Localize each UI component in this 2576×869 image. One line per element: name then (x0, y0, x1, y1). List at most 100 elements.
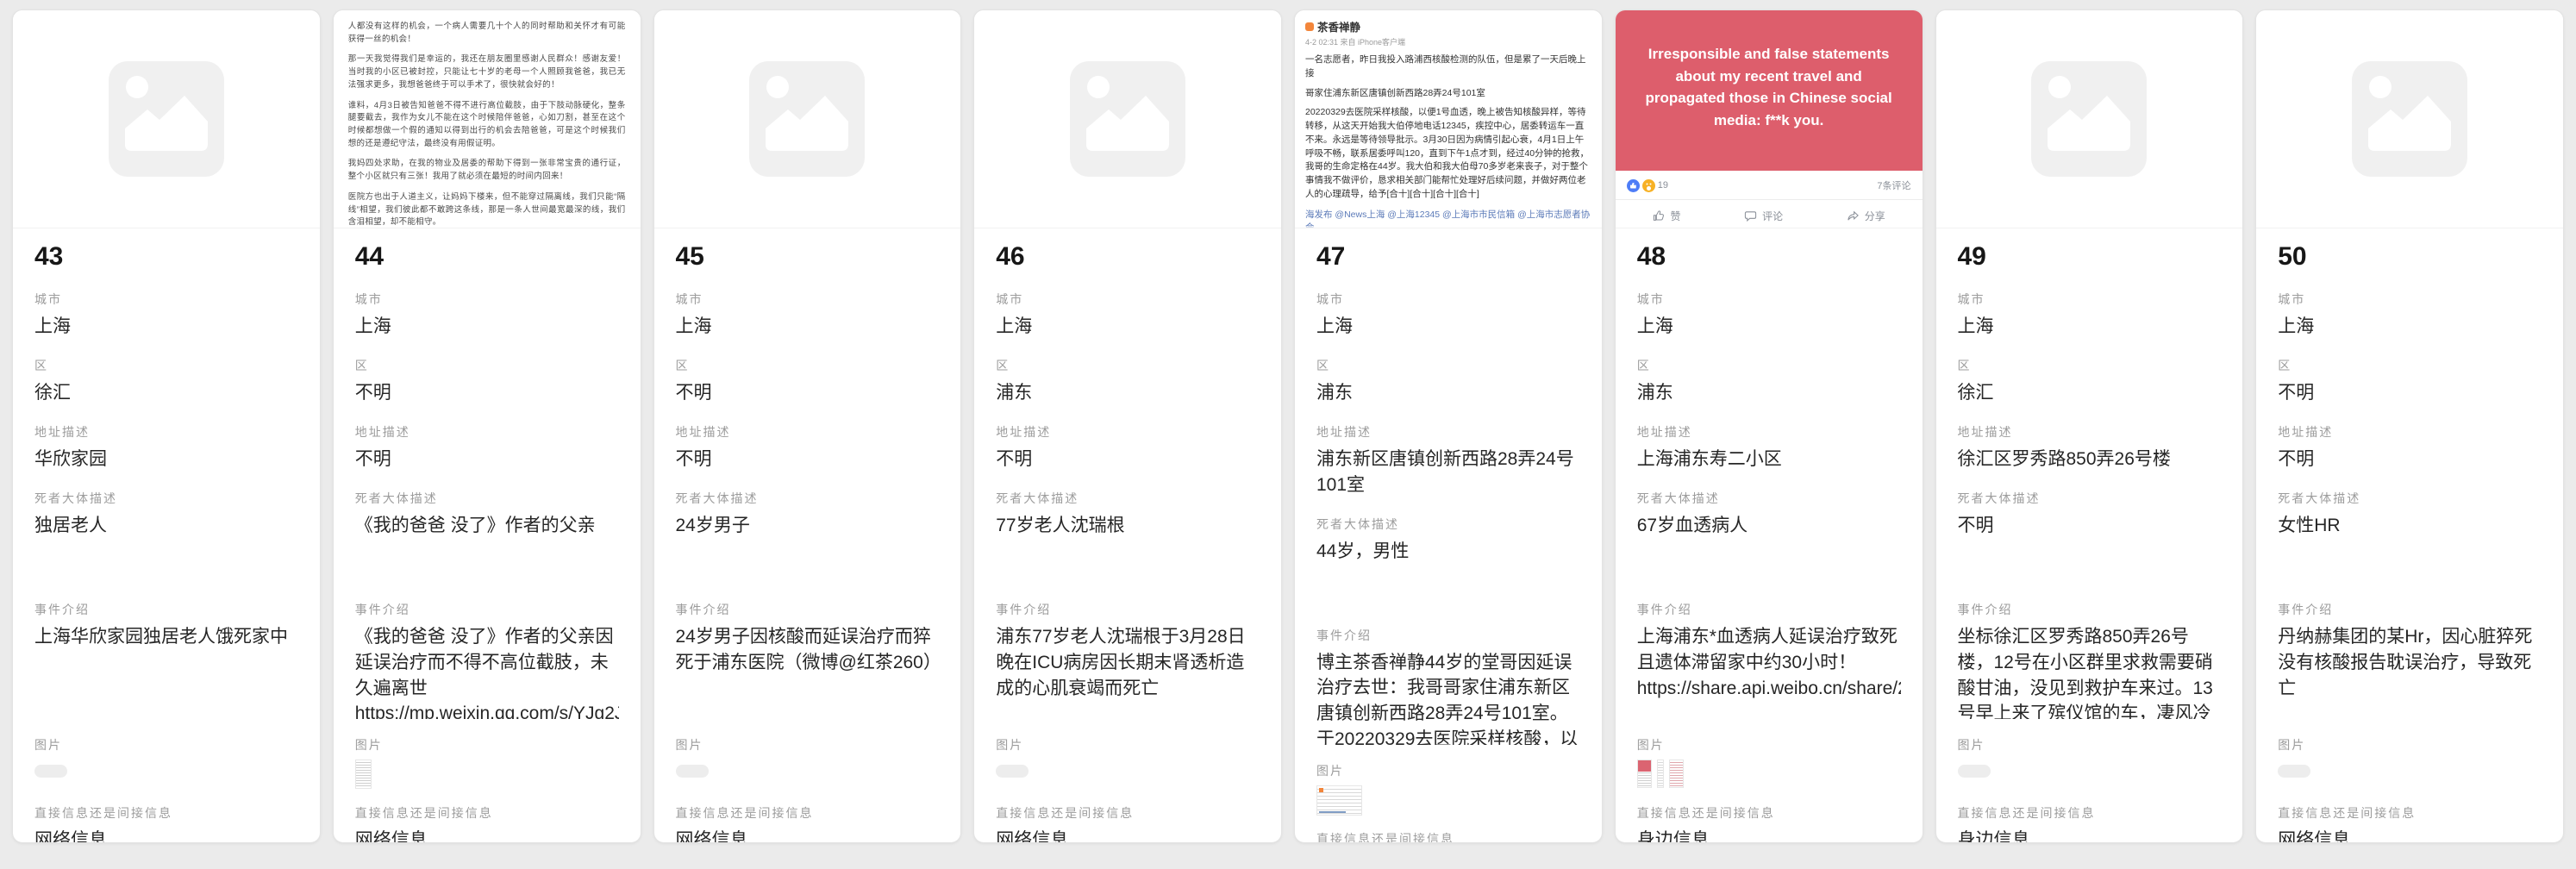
deceased-value: 44岁，男性 (1316, 539, 1580, 610)
image-label: 图片 (676, 736, 940, 753)
field-deceased: 死者大体描述 77岁老人沈瑞根 (996, 490, 1260, 584)
event-value: 浦东77岁老人沈瑞根于3月28日晚在ICU病房因长期末肾透析造成的心肌衰竭而死亡 (996, 624, 1260, 719)
image-thumbs[interactable] (1316, 785, 1580, 815)
field-city: 城市 上海 (1316, 291, 1580, 340)
facebook-reaction-bar: 19 7条评论 (1616, 171, 1923, 200)
image-thumbs[interactable] (1958, 760, 2222, 789)
image-label: 图片 (1637, 736, 1901, 753)
record-number: 49 (1958, 242, 2222, 272)
facebook-action-button[interactable]: 赞 (1653, 209, 1681, 223)
card-media[interactable]: 人都没有这样的机会，一个病人需要几十个人的同时帮助和关怀才有可能获得一丝的机会！… (334, 10, 641, 228)
deceased-value: 女性HR (2278, 513, 2542, 584)
address-value: 不明 (2278, 447, 2542, 472)
image-thumbs[interactable] (996, 760, 1260, 789)
deceased-value: 独居老人 (34, 513, 298, 584)
event-value: 坐标徐汇区罗秀路850弄26号楼，12号在小区群里求救需要硝酸甘油，没见到救护车… (1958, 624, 2222, 719)
weibo-mention-links[interactable]: 海发布 @News上海 @上海12345 @上海市市民信箱 @上海市志愿者协会 (1305, 208, 1591, 229)
record-card[interactable]: 人都没有这样的机会，一个病人需要几十个人的同时帮助和关怀才有可能获得一丝的机会！… (333, 9, 641, 843)
city-value: 上海 (34, 314, 298, 340)
screenshot-thumbnail[interactable] (1316, 785, 1362, 816)
share-icon (1847, 209, 1860, 222)
record-card[interactable]: 50 城市 上海 区 不明 地址描述 不明 死者大体描述 女性HR 事件介绍 丹… (2255, 9, 2564, 843)
screenshot-thumbnail[interactable] (1669, 760, 1684, 788)
event-label: 事件介绍 (1316, 627, 1580, 644)
image-label: 图片 (2278, 736, 2542, 753)
direct-label: 直接信息还是间接信息 (34, 804, 298, 822)
image-thumbs[interactable] (1637, 760, 1901, 789)
field-district: 区 徐汇 (1958, 357, 2222, 406)
card-body: 48 城市 上海 区 浦东 地址描述 上海浦东寿二小区 死者大体描述 67岁血透… (1616, 228, 1923, 843)
card-media[interactable] (1936, 10, 2243, 228)
record-card[interactable]: 茶香禅静 4-2 02:31 来自 iPhone客户端一名志愿者，昨日我投入路浦西… (1294, 9, 1603, 843)
card-media[interactable] (974, 10, 1281, 228)
direct-value: 网络信息 (34, 828, 298, 843)
event-label: 事件介绍 (996, 601, 1260, 618)
article-paragraph: 人都没有这样的机会，一个病人需要几十个人的同时帮助和关怀才有可能获得一丝的机会！ (348, 21, 626, 46)
address-value: 徐汇区罗秀路850弄26号楼 (1958, 447, 2222, 472)
address-label: 地址描述 (996, 423, 1260, 441)
district-value: 徐汇 (1958, 380, 2222, 406)
event-value: 《我的爸爸 没了》作者的父亲因延误治疗而不得不高位截肢，未久遍离世 https:… (355, 624, 619, 719)
screenshot-thumbnail[interactable] (1637, 760, 1652, 788)
field-event: 事件介绍 博主茶香禅静44岁的堂哥因延误治疗去世：我哥哥家住浦东新区唐镇创新西路… (1316, 627, 1580, 745)
image-thumbs[interactable] (355, 760, 619, 789)
direct-label: 直接信息还是间接信息 (1316, 830, 1580, 843)
field-city: 城市 上海 (2278, 291, 2542, 340)
field-event: 事件介绍 浦东77岁老人沈瑞根于3月28日晚在ICU病房因长期末肾透析造成的心肌… (996, 601, 1260, 719)
field-deceased: 死者大体描述 女性HR (2278, 490, 2542, 584)
deceased-label: 死者大体描述 (1316, 516, 1580, 533)
facebook-action-button[interactable]: 评论 (1744, 209, 1783, 223)
field-event: 事件介绍 丹纳赫集团的某Hr，因心脏猝死没有核酸报告耽误治疗，导致死亡 (2278, 601, 2542, 719)
record-card[interactable]: Irresponsible and false statements about… (1615, 9, 1923, 843)
record-card[interactable]: 49 城市 上海 区 徐汇 地址描述 徐汇区罗秀路850弄26号楼 死者大体描述… (1935, 9, 2244, 843)
comment-count[interactable]: 7条评论 (1877, 178, 1910, 192)
deceased-value: 不明 (1958, 513, 2222, 584)
field-image: 图片 (2278, 736, 2542, 789)
record-number: 47 (1316, 242, 1580, 272)
event-value: 上海浦东*血透病人延误治疗致死且遗体滞留家中约30小时！ https://sha… (1637, 624, 1901, 719)
card-media[interactable]: 茶香禅静 4-2 02:31 来自 iPhone客户端一名志愿者，昨日我投入路浦西… (1295, 10, 1602, 228)
card-media[interactable]: Irresponsible and false statements about… (1616, 10, 1923, 228)
record-card[interactable]: 45 城市 上海 区 不明 地址描述 不明 死者大体描述 24岁男子 事件介绍 … (653, 9, 962, 843)
event-value: 丹纳赫集团的某Hr，因心脏猝死没有核酸报告耽误治疗，导致死亡 (2278, 624, 2542, 719)
address-label: 地址描述 (1316, 423, 1580, 441)
direct-label: 直接信息还是间接信息 (2278, 804, 2542, 822)
field-city: 城市 上海 (34, 291, 298, 340)
address-label: 地址描述 (355, 423, 619, 441)
card-media[interactable] (13, 10, 320, 228)
direct-label: 直接信息还是间接信息 (1958, 804, 2222, 822)
card-media[interactable] (2256, 10, 2563, 228)
screenshot-thumbnail[interactable] (1657, 760, 1664, 788)
weibo-paragraph: 哥家住浦东新区唐镇创新西路28弄24号101室 (1305, 87, 1591, 101)
field-direct: 直接信息还是间接信息 身边信息 (1637, 804, 1901, 843)
facebook-action-row: 赞 评论 分享 (1616, 200, 1923, 228)
thumbnail-avatar-dot (1319, 788, 1323, 792)
deceased-value: 《我的爸爸 没了》作者的父亲 (355, 513, 619, 584)
event-value: 24岁男子因核酸而延误治疗而猝死于浦东医院（微博@红茶260） (676, 624, 940, 719)
field-address: 地址描述 上海浦东寿二小区 (1637, 423, 1901, 472)
card-media[interactable] (654, 10, 961, 228)
weibo-paragraph: 一名志愿者，昨日我投入路浦西核酸检测的队伍，但是累了一天后晚上接 (1305, 53, 1591, 81)
facebook-action-button[interactable]: 分享 (1847, 209, 1885, 223)
facebook-reactions[interactable]: 19 (1627, 179, 1668, 192)
image-thumbs[interactable] (676, 760, 940, 789)
field-event: 事件介绍 《我的爸爸 没了》作者的父亲因延误治疗而不得不高位截肢，未久遍离世 h… (355, 601, 619, 719)
district-label: 区 (676, 357, 940, 374)
field-city: 城市 上海 (996, 291, 1260, 340)
image-label: 图片 (1316, 762, 1580, 779)
city-value: 上海 (996, 314, 1260, 340)
city-label: 城市 (1637, 291, 1901, 308)
field-direct: 直接信息还是间接信息 身边信息 (1316, 830, 1580, 843)
document-thumbnail[interactable] (355, 760, 372, 789)
field-image: 图片 (1958, 736, 2222, 789)
record-card[interactable]: 43 城市 上海 区 徐汇 地址描述 华欣家园 死者大体描述 独居老人 事件介绍… (12, 9, 321, 843)
district-label: 区 (1637, 357, 1901, 374)
image-thumbs[interactable] (34, 760, 298, 789)
record-number: 48 (1637, 242, 1901, 272)
record-card[interactable]: 46 城市 上海 区 浦东 地址描述 不明 死者大体描述 77岁老人沈瑞根 事件… (973, 9, 1282, 843)
image-thumbs[interactable] (2278, 760, 2542, 789)
weibo-author: 茶香禅静 (1305, 18, 1591, 34)
card-body: 46 城市 上海 区 浦东 地址描述 不明 死者大体描述 77岁老人沈瑞根 事件… (974, 228, 1281, 843)
weibo-timestamp: 4-2 02:31 来自 iPhone客户端 (1305, 36, 1591, 47)
district-value: 不明 (2278, 380, 2542, 406)
